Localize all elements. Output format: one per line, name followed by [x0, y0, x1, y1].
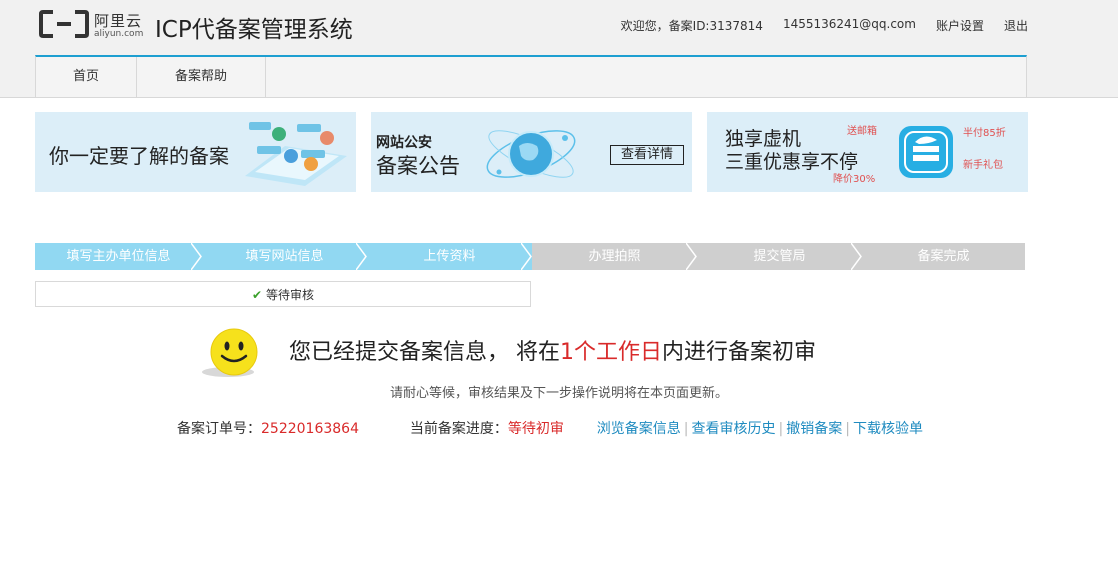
filing-info-row: 备案订单号：25220163864 当前备案进度：等待初审 浏览备案信息 | 查看审… [177, 421, 923, 437]
welcome-text: 欢迎您，备案ID:3137814 [620, 19, 763, 33]
server-icon [899, 126, 953, 178]
view-review-history-link[interactable]: 查看审核历史 [692, 421, 776, 437]
promo-tag: 新手礼包 [963, 160, 1003, 171]
banner-title: 你一定要了解的备案 [49, 144, 229, 168]
step-1: 填写主办单位信息 [35, 243, 202, 270]
globe-icon [486, 130, 576, 178]
nav-item-help[interactable]: 备案帮助 [137, 57, 266, 97]
message-text: 您已经提交备案信息， 将在 [289, 340, 560, 365]
progress-value: 等待初审 [507, 421, 564, 437]
step-4: 办理拍照 [532, 243, 697, 270]
view-filing-info-link[interactable]: 浏览备案信息 [597, 421, 681, 437]
account-settings-link[interactable]: 账户设置 [936, 17, 984, 34]
smiley-face-icon [202, 328, 258, 377]
logo-text: 阿里云 [94, 12, 143, 30]
nav-item-home[interactable]: 首页 [36, 57, 137, 97]
message-highlight: 1个工作日 [560, 340, 662, 365]
step-2: 填写网站信息 [202, 243, 367, 270]
logo-subtext: aliyun.com [94, 29, 144, 39]
step-label: 办理拍照 [588, 249, 641, 264]
user-email-link[interactable]: 1455136241@qq.com [783, 17, 916, 34]
promo-tag: 送邮箱 [847, 126, 877, 137]
banner-title: 备案公告 [376, 154, 460, 178]
step-label: 填写主办单位信息 [66, 249, 171, 264]
message-text: 内进行备案初审 [662, 340, 817, 365]
wait-notice: 请耐心等候，审核结果及下一步操作说明将在本页面更新。 [389, 386, 728, 401]
status-label: 等待审核 [266, 288, 315, 302]
page-title: ICP代备案管理系统 [155, 17, 353, 43]
review-status-box: ✔ 等待审核 [35, 281, 531, 307]
banner-subtitle: 网站公安 [376, 135, 432, 151]
submission-message: 您已经提交备案信息， 将在1个工作日内进行备案初审 [289, 334, 816, 366]
banner-vhost-promo[interactable]: 独享虚机 三重优惠享不停 送邮箱 半付85折 新手礼包 降价30% [707, 112, 1028, 192]
promo-tag: 降价30% [833, 174, 876, 185]
order-number: 25220163864 [261, 421, 359, 437]
top-header: 阿里云 aliyun.com ICP代备案管理系统 欢迎您，备案ID:31378… [0, 0, 1118, 98]
step-3: 上传资料 [367, 243, 532, 270]
promo-tag: 半付85折 [963, 128, 1006, 139]
step-label: 填写网站信息 [245, 249, 324, 264]
banner-filing-guide[interactable]: 你一定要了解的备案 [35, 112, 356, 192]
step-label: 提交管局 [753, 249, 806, 264]
main-nav: 首页 备案帮助 [35, 55, 1027, 97]
step-label: 上传资料 [423, 249, 476, 264]
progress-label: 当前备案进度： [409, 421, 508, 437]
step-label: 备案完成 [917, 249, 970, 264]
step-6: 备案完成 [862, 243, 1025, 270]
filing-illustration-icon [245, 122, 347, 186]
order-label: 备案订单号： [177, 421, 261, 437]
cancel-filing-link[interactable]: 撤销备案 [786, 421, 842, 437]
logout-link[interactable]: 退出 [1004, 17, 1028, 34]
check-icon: ✔ [251, 288, 263, 302]
aliyun-logo-icon[interactable] [39, 9, 89, 39]
step-5: 提交管局 [697, 243, 862, 270]
progress-steps: 填写主办单位信息 填写网站信息 上传资料 办理拍照 提交管局 备案完成 [35, 243, 1025, 270]
user-links: 欢迎您，备案ID:3137814 1455136241@qq.com 账户设置 … [621, 17, 1028, 34]
download-verification-form-link[interactable]: 下载核验单 [853, 421, 923, 437]
banner-police-filing[interactable]: 网站公安 备案公告 查看详情 [371, 112, 692, 192]
view-details-button[interactable]: 查看详情 [610, 145, 684, 165]
